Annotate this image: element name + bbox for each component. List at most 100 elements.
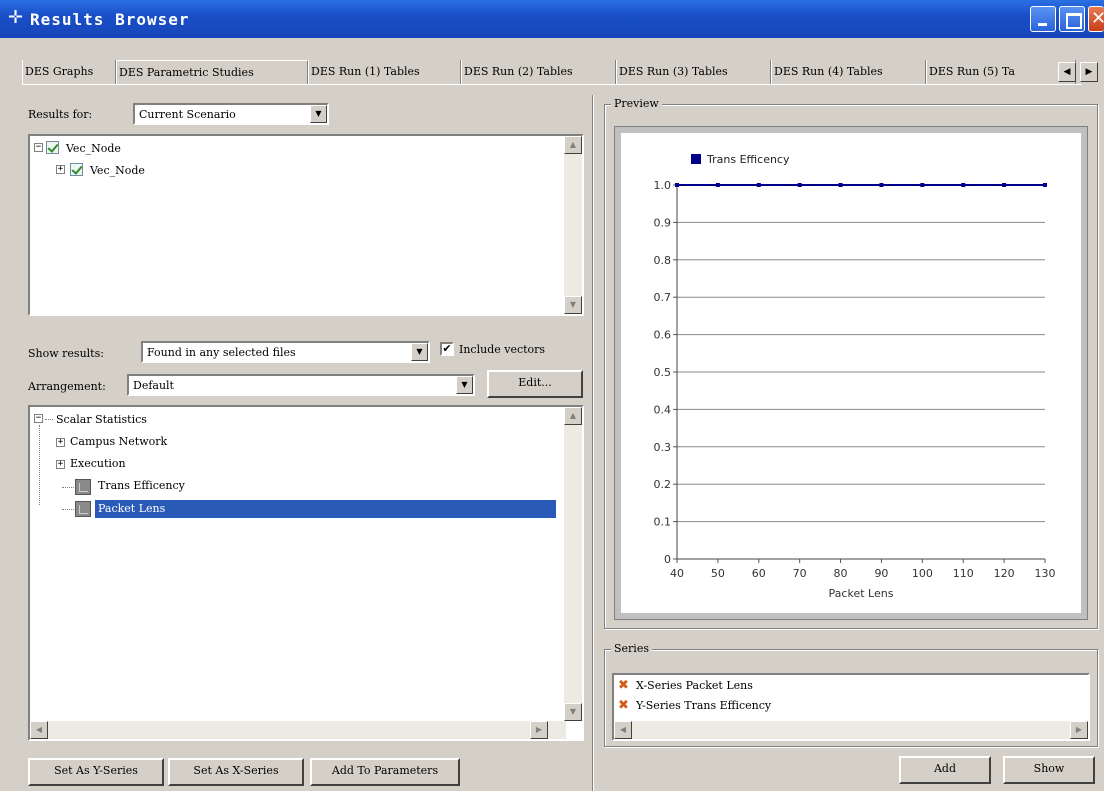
data-point <box>1043 183 1047 187</box>
tree-connector <box>62 509 74 510</box>
tab-des-run-3-tables[interactable]: DES Run (3) Tables <box>616 60 771 84</box>
scroll-right-icon[interactable]: ▶ <box>530 721 548 739</box>
scroll-down-icon[interactable]: ▼ <box>564 703 582 721</box>
pane-divider[interactable] <box>592 95 594 791</box>
results-for-value: Current Scenario <box>139 108 236 121</box>
x-tick-label: 130 <box>1035 567 1056 580</box>
x-tick-label: 50 <box>711 567 725 580</box>
scroll-left-icon[interactable]: ◀ <box>30 721 48 739</box>
x-tick-label: 60 <box>752 567 766 580</box>
series-list: ✖ X-Series Packet Lens ✖ Y-Series Trans … <box>612 673 1090 741</box>
data-point <box>920 183 925 187</box>
x-tick-label: 70 <box>793 567 807 580</box>
show-results-select[interactable]: Found in any selected files ▼ <box>141 341 430 363</box>
y-tick-label: 0.8 <box>654 254 672 267</box>
preview-title: Preview <box>611 97 662 110</box>
scroll-right-icon[interactable]: ▶ <box>1070 721 1088 739</box>
tree-node-execution[interactable]: Execution <box>70 457 126 470</box>
set-as-y-series-button[interactable]: Set As Y-Series <box>28 758 164 786</box>
series-title: Series <box>611 642 652 655</box>
x-tick-label: 80 <box>834 567 848 580</box>
expand-icon[interactable]: + <box>56 438 65 447</box>
scroll-down-icon[interactable]: ▼ <box>564 296 582 314</box>
x-tick-label: 120 <box>994 567 1015 580</box>
tree-node-vec-node[interactable]: Vec_Node <box>66 142 121 155</box>
x-axis-label: Packet Lens <box>829 587 894 600</box>
x-tick-label: 100 <box>912 567 933 580</box>
edit-button[interactable]: Edit... <box>487 370 583 398</box>
tab-des-run-2-tables[interactable]: DES Run (2) Tables <box>461 60 616 84</box>
statistics-tree-hscrollbar[interactable]: ◀ ▶ <box>30 721 566 739</box>
arrangement-select[interactable]: Default ▼ <box>127 374 475 396</box>
expand-icon[interactable]: + <box>56 460 65 469</box>
y-tick-label: 0.5 <box>654 366 672 379</box>
add-button[interactable]: Add <box>899 756 991 784</box>
chevron-down-icon[interactable]: ▼ <box>411 343 428 361</box>
y-tick-label: 0 <box>664 553 671 566</box>
chart-svg: 0 0.1 0.2 0.3 0.4 0.5 0.6 0.7 0.8 0.9 1.0 40 50 60 70 8… <box>621 133 1081 613</box>
tab-des-run-1-tables[interactable]: DES Run (1) Tables <box>308 60 461 84</box>
close-button[interactable]: ✕ <box>1088 6 1104 32</box>
tree-connector <box>45 419 53 420</box>
y-tick-label: 0.6 <box>654 329 672 342</box>
scroll-up-icon[interactable]: ▲ <box>564 136 582 154</box>
x-tick-label: 90 <box>874 567 888 580</box>
statistics-tree: − Scalar Statistics + Campus Network + E… <box>28 405 584 741</box>
set-as-x-series-button[interactable]: Set As X-Series <box>168 758 304 786</box>
chevron-down-icon[interactable]: ▼ <box>310 105 327 123</box>
add-to-parameters-button[interactable]: Add To Parameters <box>310 758 460 786</box>
tab-scroll-left-icon[interactable]: ◀ <box>1058 62 1076 82</box>
tree-node-scalar-statistics[interactable]: Scalar Statistics <box>56 413 147 426</box>
tab-des-parametric-studies[interactable]: DES Parametric Studies <box>116 60 308 84</box>
maximize-button[interactable] <box>1059 6 1085 32</box>
series-item-y[interactable]: Y-Series Trans Efficency <box>636 699 771 712</box>
scenario-tree-scrollbar[interactable]: ▲ ▼ <box>564 136 582 314</box>
results-for-select[interactable]: Current Scenario ▼ <box>133 103 329 125</box>
tree-node-campus-network[interactable]: Campus Network <box>70 435 167 448</box>
tab-des-graphs[interactable]: DES Graphs <box>22 60 116 84</box>
tree-connector <box>62 487 74 488</box>
include-vectors-checkbox[interactable]: ✔ <box>440 342 454 356</box>
show-button[interactable]: Show <box>1003 756 1095 784</box>
data-point <box>715 183 720 187</box>
collapse-icon[interactable]: − <box>34 414 43 423</box>
tab-scroll-right-icon[interactable]: ▶ <box>1080 62 1098 82</box>
series-item-x[interactable]: X-Series Packet Lens <box>636 679 753 692</box>
tree-node-packet-lens[interactable]: Packet Lens <box>98 502 165 515</box>
data-point <box>797 183 802 187</box>
series-x-icon: ✖ <box>618 678 629 693</box>
check-icon[interactable] <box>70 163 83 176</box>
expand-icon[interactable]: + <box>56 165 65 174</box>
y-tick-label: 0.7 <box>654 291 672 304</box>
statistic-icon <box>75 501 91 517</box>
y-tick-label: 0.9 <box>654 216 672 229</box>
legend-swatch <box>691 154 701 164</box>
x-tick-label: 40 <box>670 567 684 580</box>
results-browser-window: ✛ Results Browser ✕ DES Graphs DES Param… <box>0 0 1104 791</box>
title-bar[interactable]: ✛ Results Browser ✕ <box>0 0 1104 38</box>
collapse-icon[interactable]: − <box>34 143 43 152</box>
statistic-icon <box>75 479 91 495</box>
check-icon[interactable] <box>46 141 59 154</box>
minimize-button[interactable] <box>1030 6 1056 32</box>
close-icon: ✕ <box>1091 8 1104 29</box>
tab-des-run-5-tables[interactable]: DES Run (5) Ta <box>926 60 1076 84</box>
show-results-value: Found in any selected files <box>147 346 296 359</box>
app-icon: ✛ <box>8 7 24 28</box>
scroll-up-icon[interactable]: ▲ <box>564 407 582 425</box>
y-tick-label: 0.4 <box>654 403 672 416</box>
chevron-down-icon[interactable]: ▼ <box>456 376 473 394</box>
data-point <box>1002 183 1007 187</box>
tree-node-trans-efficency[interactable]: Trans Efficency <box>98 479 185 492</box>
scroll-left-icon[interactable]: ◀ <box>614 721 632 739</box>
tab-des-run-4-tables[interactable]: DES Run (4) Tables <box>771 60 926 84</box>
y-tick-label: 1.0 <box>654 179 672 192</box>
tree-node-vec-node-child[interactable]: Vec_Node <box>90 164 145 177</box>
scenario-tree: − Vec_Node + Vec_Node ▲ ▼ <box>28 134 584 316</box>
preview-chart: 0 0.1 0.2 0.3 0.4 0.5 0.6 0.7 0.8 0.9 1.0 40 50 60 70 8… <box>614 126 1088 620</box>
series-hscrollbar[interactable]: ◀ ▶ <box>614 721 1088 739</box>
include-vectors-label: Include vectors <box>459 343 546 356</box>
results-for-label: Results for: <box>28 108 93 121</box>
statistics-tree-scrollbar[interactable]: ▲ ▼ <box>564 407 582 721</box>
data-point <box>961 183 966 187</box>
